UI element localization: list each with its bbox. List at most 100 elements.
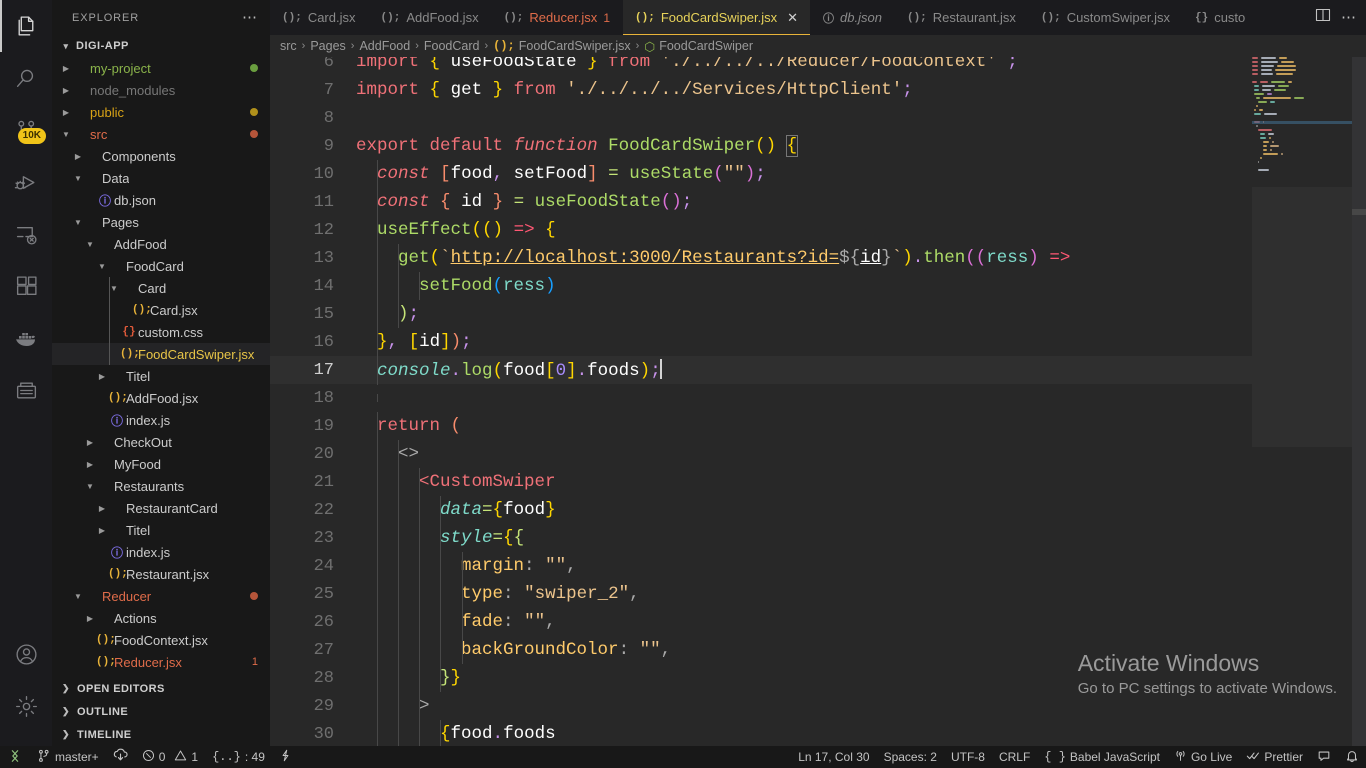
tree-item-restaurants[interactable]: ▼ Restaurants xyxy=(52,475,270,497)
code-line[interactable]: 21 <CustomSwiper xyxy=(270,468,1366,496)
chevron-down-icon[interactable]: ▼ xyxy=(84,233,96,255)
chevron-right-icon[interactable]: ▶ xyxy=(96,497,108,519)
activity-bar-item-extensions[interactable] xyxy=(0,260,52,312)
chevron-right-icon[interactable]: ▶ xyxy=(60,79,72,101)
editor-tab-addfood-jsx[interactable]: (); AddFood.jsx xyxy=(368,0,492,35)
tree-item-index-js[interactable]: ▶ⓘindex.js xyxy=(52,541,270,563)
code-line[interactable]: 19 return ( xyxy=(270,412,1366,440)
chevron-right-icon[interactable]: ▶ xyxy=(60,101,72,123)
code-line[interactable]: 25 type: "swiper_2", xyxy=(270,580,1366,608)
activity-bar-item-manage[interactable] xyxy=(0,680,52,732)
code-line[interactable]: 7 import { get } from './../../../Service… xyxy=(270,76,1366,104)
tree-item-actions[interactable]: ▶ Actions xyxy=(52,607,270,629)
activity-bar-item-run-and-debug[interactable] xyxy=(0,156,52,208)
status-notifications[interactable] xyxy=(1338,746,1366,768)
tree-item-foodcardswiper-jsx[interactable]: ▶();FoodCardSwiper.jsx xyxy=(52,343,270,365)
activity-bar-item-remote-explorer[interactable] xyxy=(0,208,52,260)
tree-item-db-json[interactable]: ▶ⓘdb.json xyxy=(52,189,270,211)
scrollbar-thumb[interactable] xyxy=(1352,209,1366,215)
code-line[interactable]: 15 ); xyxy=(270,300,1366,328)
code-line[interactable]: 10 const [food, setFood] = useState(""); xyxy=(270,160,1366,188)
code-line[interactable]: 14 setFood(ress) xyxy=(270,272,1366,300)
chevron-right-icon[interactable]: ▶ xyxy=(84,431,96,453)
section-open-editors[interactable]: ❯ OPEN EDITORS xyxy=(52,677,270,700)
code-line[interactable]: 13 get(`http://localhost:3000/Restaurant… xyxy=(270,244,1366,272)
tree-item-reducer-jsx[interactable]: ▶();Reducer.jsx1 xyxy=(52,651,270,673)
tree-item-card[interactable]: ▼ Card xyxy=(52,277,270,299)
explorer-more-actions-icon[interactable]: ⋯ xyxy=(236,10,264,25)
split-editor-icon[interactable] xyxy=(1315,7,1331,28)
status-indentation[interactable]: Spaces: 2 xyxy=(877,746,944,768)
tree-item-custom-css[interactable]: ▶{}custom.css xyxy=(52,321,270,343)
tree-item-addfood-jsx[interactable]: ▶();AddFood.jsx xyxy=(52,387,270,409)
minimap[interactable] xyxy=(1252,57,1352,746)
chevron-down-icon[interactable]: ▼ xyxy=(84,475,96,497)
workspace-root-row[interactable]: ▾ DIGI-APP xyxy=(52,35,270,57)
code-line[interactable]: 28 }} xyxy=(270,664,1366,692)
code-line[interactable]: 17 console.log(food[0].foods); xyxy=(270,355,1366,385)
code-line[interactable]: 26 fade: "", xyxy=(270,608,1366,636)
tree-item-data[interactable]: ▼ Data xyxy=(52,167,270,189)
status-branch[interactable]: master+ xyxy=(30,746,106,768)
tree-item-titel[interactable]: ▶ Titel xyxy=(52,519,270,541)
chevron-down-icon[interactable]: ▼ xyxy=(72,167,84,189)
code-line[interactable]: 30 {food.foods xyxy=(270,720,1366,746)
code-line[interactable]: 27 backGroundColor: "", xyxy=(270,636,1366,664)
minimap-slider[interactable] xyxy=(1252,187,1352,447)
tree-item-node-modules[interactable]: ▶ node_modules xyxy=(52,79,270,101)
code-line[interactable]: 18 xyxy=(270,384,1366,412)
status-cursor-position[interactable]: Ln 17, Col 30 xyxy=(791,746,876,768)
breadcrumb-item[interactable]: (); FoodCardSwiper.jsx xyxy=(493,39,630,53)
editor-tab-foodcardswiper-jsx[interactable]: (); FoodCardSwiper.jsx ✕ xyxy=(623,0,812,35)
tree-item-myfood[interactable]: ▶ MyFood xyxy=(52,453,270,475)
code-line[interactable]: 12 useEffect(() => { xyxy=(270,216,1366,244)
chevron-down-icon[interactable]: ▼ xyxy=(60,123,72,145)
chevron-down-icon[interactable]: ▼ xyxy=(96,255,108,277)
close-icon[interactable]: ✕ xyxy=(787,10,798,26)
status-remote-indicator[interactable] xyxy=(0,746,30,768)
tree-item-my-project[interactable]: ▶ my-project xyxy=(52,57,270,79)
status-sync[interactable] xyxy=(106,746,135,768)
activity-bar-item-explorer[interactable] xyxy=(0,0,52,52)
code-line[interactable]: 9 export default function FoodCardSwiper(… xyxy=(270,132,1366,160)
chevron-right-icon[interactable]: ▶ xyxy=(60,57,72,79)
status-language-mode[interactable]: { } Babel JavaScript xyxy=(1037,746,1167,768)
chevron-right-icon[interactable]: ▶ xyxy=(72,145,84,167)
code-line[interactable]: 8 xyxy=(270,104,1366,132)
editor-tab-card-jsx[interactable]: (); Card.jsx xyxy=(270,0,369,35)
code-line[interactable]: 22 data={food} xyxy=(270,496,1366,524)
tree-item-restaurant-jsx[interactable]: ▶();Restaurant.jsx xyxy=(52,563,270,585)
code-line[interactable]: 29 > xyxy=(270,692,1366,720)
code-line[interactable]: 16 }, [id]); xyxy=(270,328,1366,356)
activity-bar-item-search[interactable] xyxy=(0,52,52,104)
status-eol[interactable]: CRLF xyxy=(992,746,1037,768)
breadcrumb-item[interactable]: ⬡ FoodCardSwiper xyxy=(644,39,753,54)
editor-more-actions-icon[interactable]: ⋯ xyxy=(1341,10,1356,25)
editor-tab-custo[interactable]: {} custo xyxy=(1183,0,1259,35)
tree-item-index-js[interactable]: ▶ⓘindex.js xyxy=(52,409,270,431)
status-problems[interactable]: 0 1 xyxy=(135,746,205,768)
chevron-right-icon[interactable]: ▶ xyxy=(96,365,108,387)
editor-tab-db-json[interactable]: ⓘ db.json xyxy=(811,0,895,35)
tree-item-pages[interactable]: ▼ Pages xyxy=(52,211,270,233)
status-encoding[interactable]: UTF-8 xyxy=(944,746,992,768)
status-feedback[interactable] xyxy=(1310,746,1338,768)
chevron-right-icon[interactable]: ▶ xyxy=(84,607,96,629)
tree-item-public[interactable]: ▶ public xyxy=(52,101,270,123)
editor-tab-reducer-jsx[interactable]: (); Reducer.jsx 1 xyxy=(491,0,623,35)
editor-tab-restaurant-jsx[interactable]: (); Restaurant.jsx xyxy=(894,0,1029,35)
breadcrumb-item[interactable]: AddFood xyxy=(359,39,410,53)
tree-item-components[interactable]: ▶ Components xyxy=(52,145,270,167)
breadcrumb-item[interactable]: FoodCard xyxy=(424,39,480,53)
code-line[interactable]: 23 style={{ xyxy=(270,524,1366,552)
tree-item-src[interactable]: ▼ src xyxy=(52,123,270,145)
editor-vertical-scrollbar[interactable] xyxy=(1352,57,1366,746)
section-outline[interactable]: ❯ OUTLINE xyxy=(52,700,270,723)
tree-item-titel[interactable]: ▶ Titel xyxy=(52,365,270,387)
code-line[interactable]: 20 <> xyxy=(270,440,1366,468)
activity-bar-item-database[interactable] xyxy=(0,364,52,416)
status-flash[interactable] xyxy=(272,746,299,768)
chevron-right-icon[interactable]: ▶ xyxy=(96,519,108,541)
activity-bar-item-accounts[interactable] xyxy=(0,628,52,680)
code-line[interactable]: 11 const { id } = useFoodState(); xyxy=(270,188,1366,216)
